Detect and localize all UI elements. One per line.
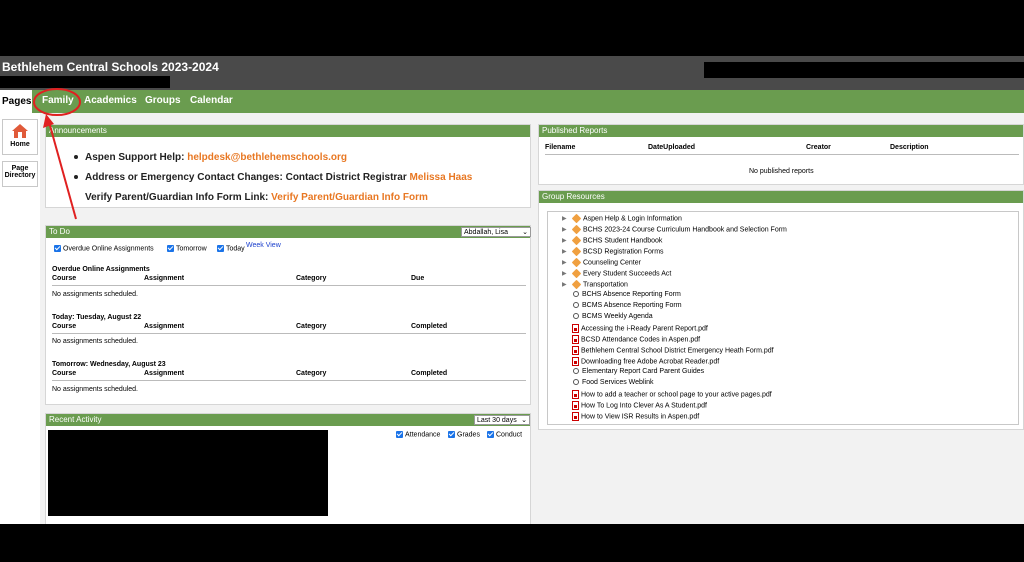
aspen-portal-page: Bethlehem Central Schools 2023-2024 Fami…: [0, 56, 1024, 524]
annotation-overlay: [33, 88, 81, 220]
annotation-circle: [33, 88, 81, 116]
annotation-arrow: [48, 121, 77, 220]
annotation-arrowhead: [43, 114, 54, 128]
